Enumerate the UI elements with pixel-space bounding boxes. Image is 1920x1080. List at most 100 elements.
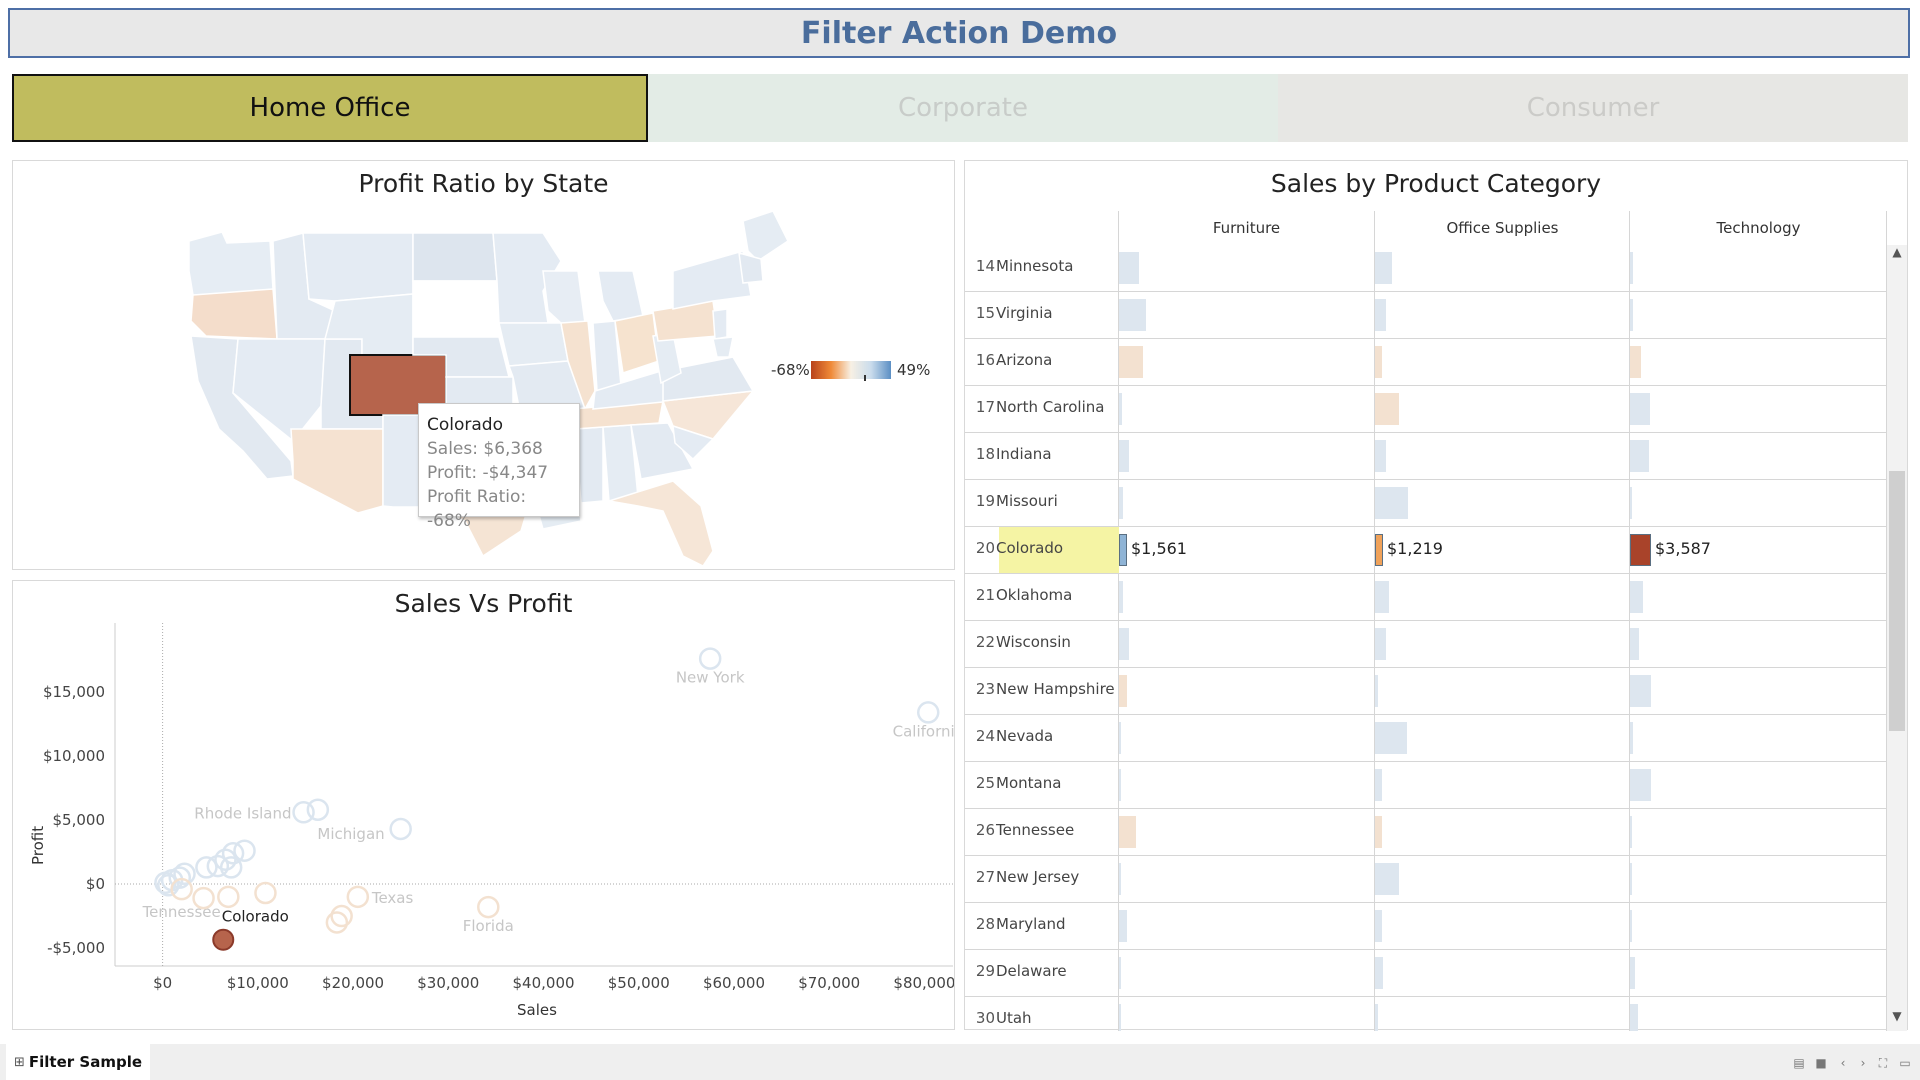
sales-vs-profit-scatter[interactable]: $0 $10,000 $20,000 $30,000 $40,000 $50,000 $60… bbox=[13, 581, 954, 1029]
category-bar[interactable] bbox=[1119, 675, 1127, 707]
scroll-up-icon[interactable]: ▲ bbox=[1890, 245, 1904, 265]
category-bar[interactable] bbox=[1630, 534, 1651, 566]
row-number: 20 bbox=[975, 539, 995, 557]
category-bar[interactable] bbox=[1375, 816, 1382, 848]
table-row[interactable]: 30 Utah bbox=[965, 997, 1887, 1031]
category-bar[interactable] bbox=[1375, 675, 1378, 707]
table-row[interactable]: 15 Virginia bbox=[965, 292, 1887, 339]
category-bar[interactable] bbox=[1119, 722, 1121, 754]
category-bar[interactable] bbox=[1375, 957, 1383, 989]
category-bar[interactable] bbox=[1119, 440, 1129, 472]
category-bar[interactable] bbox=[1375, 534, 1383, 566]
row-number: 15 bbox=[975, 304, 995, 322]
category-bar[interactable] bbox=[1375, 440, 1386, 472]
table-row[interactable]: 14 Minnesota bbox=[965, 245, 1887, 292]
table-row[interactable]: 18 Indiana bbox=[965, 433, 1887, 480]
sheet-tab-filter-sample[interactable]: ⊞ Filter Sample bbox=[6, 1044, 151, 1080]
row-number: 19 bbox=[975, 492, 995, 510]
category-bar[interactable] bbox=[1375, 1004, 1378, 1031]
category-bar[interactable] bbox=[1630, 299, 1633, 331]
row-number: 28 bbox=[975, 915, 995, 933]
category-bar[interactable] bbox=[1119, 346, 1143, 378]
category-bar[interactable] bbox=[1630, 957, 1635, 989]
category-bar[interactable] bbox=[1119, 1004, 1121, 1031]
category-bar[interactable] bbox=[1630, 346, 1641, 378]
x-tick-label: $70,000 bbox=[798, 974, 860, 992]
category-bar[interactable] bbox=[1119, 252, 1139, 284]
category-bar[interactable] bbox=[1630, 1004, 1638, 1031]
category-bar[interactable] bbox=[1375, 910, 1382, 942]
category-bar[interactable] bbox=[1630, 487, 1632, 519]
category-bar[interactable] bbox=[1375, 393, 1399, 425]
category-bar[interactable] bbox=[1630, 675, 1651, 707]
category-bar[interactable] bbox=[1630, 252, 1633, 284]
category-bar[interactable] bbox=[1119, 628, 1129, 660]
category-bar[interactable] bbox=[1119, 299, 1146, 331]
category-bar[interactable] bbox=[1119, 487, 1123, 519]
sheet-view-icon[interactable]: ■ bbox=[1814, 1057, 1828, 1069]
table-row[interactable]: 29 Delaware bbox=[965, 950, 1887, 997]
category-bar[interactable] bbox=[1119, 957, 1121, 989]
scroll-down-icon[interactable]: ▼ bbox=[1890, 1009, 1904, 1029]
category-bar[interactable] bbox=[1630, 769, 1651, 801]
category-bar[interactable] bbox=[1375, 628, 1386, 660]
segment-button-consumer[interactable]: Consumer bbox=[1278, 74, 1908, 142]
category-bar[interactable] bbox=[1119, 910, 1127, 942]
category-bar[interactable] bbox=[1119, 534, 1127, 566]
category-bar[interactable] bbox=[1630, 393, 1650, 425]
scatter-point bbox=[389, 817, 412, 841]
table-row[interactable]: 19 Missouri bbox=[965, 480, 1887, 527]
category-bar[interactable] bbox=[1630, 440, 1649, 472]
row-state-name: Delaware bbox=[996, 962, 1067, 980]
bar-value-label: $1,561 bbox=[1131, 539, 1187, 558]
category-bar[interactable] bbox=[1630, 722, 1633, 754]
category-bar[interactable] bbox=[1119, 769, 1121, 801]
y-tick-label: -$5,000 bbox=[47, 939, 105, 957]
scatter-point bbox=[212, 928, 235, 951]
category-bar[interactable] bbox=[1630, 863, 1632, 895]
table-row[interactable]: 16 Arizona bbox=[965, 339, 1887, 386]
table-row[interactable]: 28 Maryland bbox=[965, 903, 1887, 950]
table-row[interactable]: 25 Montana bbox=[965, 762, 1887, 809]
profit-ratio-color-legend bbox=[811, 361, 891, 379]
scatter-point bbox=[916, 701, 940, 724]
category-bar[interactable] bbox=[1375, 487, 1408, 519]
scrollbar-thumb[interactable] bbox=[1889, 471, 1905, 731]
table-row[interactable]: 23 New Hampshire bbox=[965, 668, 1887, 715]
category-bar[interactable] bbox=[1375, 722, 1407, 754]
category-bar[interactable] bbox=[1630, 581, 1643, 613]
row-state-name: Wisconsin bbox=[996, 633, 1071, 651]
fullscreen-icon[interactable]: ⛶ bbox=[1876, 1057, 1890, 1069]
table-row[interactable]: 22 Wisconsin bbox=[965, 621, 1887, 668]
category-bar[interactable] bbox=[1630, 910, 1632, 942]
table-row[interactable]: 17 North Carolina bbox=[965, 386, 1887, 433]
scatter-point-label: Michigan bbox=[317, 825, 384, 843]
category-bar[interactable] bbox=[1119, 581, 1123, 613]
y-axis-label-wrap: Profit bbox=[25, 807, 49, 867]
segment-button-corporate[interactable]: Corporate bbox=[648, 74, 1278, 142]
y-tick-label: $5,000 bbox=[53, 811, 106, 829]
tab-view-icon[interactable]: ▤ bbox=[1792, 1057, 1806, 1069]
table-row[interactable]: 21 Oklahoma bbox=[965, 574, 1887, 621]
prev-icon[interactable]: ‹ bbox=[1836, 1057, 1850, 1069]
row-number: 22 bbox=[975, 633, 995, 651]
table-row[interactable]: 26 Tennessee bbox=[965, 809, 1887, 856]
table-row[interactable]: 27 New Jersey bbox=[965, 856, 1887, 903]
category-bar[interactable] bbox=[1119, 816, 1136, 848]
category-bar[interactable] bbox=[1375, 581, 1389, 613]
category-bar[interactable] bbox=[1375, 346, 1382, 378]
category-bar[interactable] bbox=[1630, 628, 1639, 660]
category-bar[interactable] bbox=[1119, 393, 1122, 425]
present-icon[interactable]: ▭ bbox=[1898, 1057, 1912, 1069]
category-bar[interactable] bbox=[1119, 863, 1121, 895]
category-bar[interactable] bbox=[1375, 299, 1386, 331]
segment-button-home-office[interactable]: Home Office bbox=[12, 74, 648, 142]
category-bar[interactable] bbox=[1630, 816, 1632, 848]
category-bar[interactable] bbox=[1375, 252, 1392, 284]
table-row[interactable]: 20 Colorado $1,561 $1,219 $3,587 bbox=[965, 527, 1887, 574]
category-bar[interactable] bbox=[1375, 863, 1399, 895]
table-row[interactable]: 24 Nevada bbox=[965, 715, 1887, 762]
category-bar[interactable] bbox=[1375, 769, 1382, 801]
table-scrollbar[interactable]: ▲ ▼ bbox=[1887, 245, 1907, 1031]
next-icon[interactable]: › bbox=[1856, 1057, 1870, 1069]
